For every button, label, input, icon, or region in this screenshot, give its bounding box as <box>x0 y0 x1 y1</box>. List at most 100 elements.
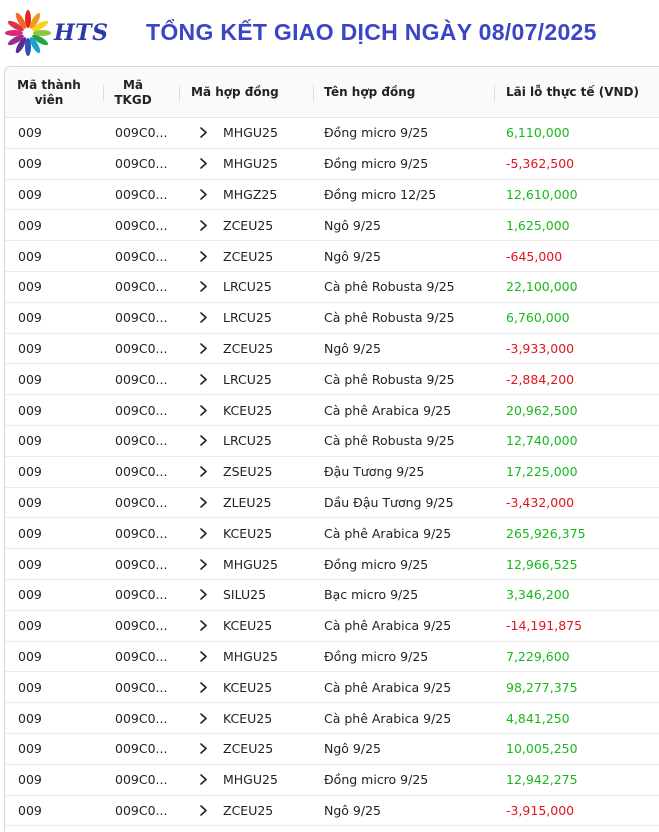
col-header-account-label: Mã TKGD <box>114 77 152 107</box>
table-header: Mã thành viên Mã TKGD Mã hợp đồng Tên hợ… <box>5 67 659 118</box>
row-expand-button[interactable] <box>197 642 209 672</box>
cell-contract-name: Đồng micro 12/25 <box>324 186 437 202</box>
row-expand-button[interactable] <box>197 364 209 394</box>
cell-member-code: 009 <box>18 340 42 356</box>
cell-member-code: 009 <box>18 217 42 233</box>
cell-contract-code: MHGU25 <box>223 556 278 572</box>
hts-logo: HTS <box>4 6 114 60</box>
chevron-right-icon <box>199 712 207 724</box>
chevron-right-icon <box>199 651 207 662</box>
cell-account-code: 009C0... <box>115 587 167 603</box>
chevron-right-icon <box>199 189 207 200</box>
cell-member-code: 009 <box>18 310 42 326</box>
row-expand-button[interactable] <box>197 703 209 733</box>
table-row: 009 009C0... SILU25 Bạc micro 9/25 3,346… <box>5 580 659 611</box>
cell-contract-name: Đậu Tương 9/25 <box>324 464 425 480</box>
page-title: TỔNG KẾT GIAO DỊCH NGÀY 08/07/2025 <box>146 19 597 45</box>
cell-contract-name: Đồng micro 9/25 <box>324 772 429 788</box>
cell-realized-pnl: -3,915,000 <box>506 802 575 818</box>
row-expand-button[interactable] <box>197 580 209 610</box>
cell-contract-name: Cà phê Arabica 9/25 <box>324 618 452 634</box>
chevron-right-icon <box>199 497 207 508</box>
cell-realized-pnl: -2,884,200 <box>506 371 575 387</box>
col-header-member: Mã thành viên <box>11 67 87 118</box>
cell-contract-code: SILU25 <box>223 587 267 603</box>
row-expand-button[interactable] <box>197 149 209 179</box>
cell-contract-code: ZCEU25 <box>223 340 274 356</box>
cell-member-code: 009 <box>18 125 42 141</box>
row-expand-button[interactable] <box>197 611 209 641</box>
row-expand-button[interactable] <box>197 210 209 240</box>
table-row: 009 009C0... LRCU25 Cà phê Robusta 9/25 … <box>5 303 659 334</box>
col-header-contract-code: Mã hợp đồng <box>191 67 311 118</box>
cell-realized-pnl: 12,740,000 <box>506 433 578 449</box>
table-row: 009 009C0... MHGU25 Đồng micro 9/25 12,9… <box>5 549 659 580</box>
cell-contract-name: Bạc micro 9/25 <box>324 587 419 603</box>
table-row: 009 009C0... KCEU25 Cà phê Arabica 9/25 … <box>5 672 659 704</box>
cell-realized-pnl: 17,225,000 <box>506 464 578 480</box>
row-expand-button[interactable] <box>197 488 209 518</box>
chevron-right-icon <box>199 219 207 231</box>
table-row: 009 009C0... ZCEU25 Ngô 9/25 -3,933,000 <box>5 334 659 365</box>
row-expand-button[interactable] <box>197 672 209 702</box>
chevron-right-icon <box>199 127 207 139</box>
cell-realized-pnl: 7,229,600 <box>506 648 570 664</box>
row-expand-button[interactable] <box>197 518 209 548</box>
row-expand-button[interactable] <box>197 426 209 456</box>
cell-account-code: 009C0... <box>115 433 167 449</box>
cell-realized-pnl: 4,841,250 <box>506 710 570 726</box>
chevron-right-icon <box>199 250 207 262</box>
cell-realized-pnl: -5,362,500 <box>506 156 575 172</box>
row-expand-button[interactable] <box>197 395 209 425</box>
cell-member-code: 009 <box>18 402 42 418</box>
table-row: 009 009C0... LRCU25 Cà phê Robusta 9/25 … <box>5 426 659 457</box>
col-header-pnl-label: Lãi lỗ thực tế (VND) <box>506 85 639 99</box>
col-header-account: Mã TKGD <box>114 67 152 118</box>
table-row: 009 009C0... ZLEU25 Dầu Đậu Tương 9/25 -… <box>5 488 659 519</box>
row-expand-button[interactable] <box>197 118 209 148</box>
cell-account-code: 009C0... <box>115 772 167 788</box>
table-body: 009 009C0... MHGU25 Đồng micro 9/25 6,11… <box>5 118 659 827</box>
cell-realized-pnl: 10,005,250 <box>506 741 578 757</box>
cell-contract-code: LRCU25 <box>223 371 272 387</box>
col-separator <box>103 85 104 101</box>
cell-contract-name: Đồng micro 9/25 <box>324 648 429 664</box>
row-expand-button[interactable] <box>197 241 209 271</box>
row-expand-button[interactable] <box>197 549 209 579</box>
cell-member-code: 009 <box>18 156 42 172</box>
cell-account-code: 009C0... <box>115 679 167 695</box>
cell-contract-code: MHGU25 <box>223 772 278 788</box>
row-expand-button[interactable] <box>197 180 209 210</box>
cell-contract-code: ZCEU25 <box>223 802 274 818</box>
cell-member-code: 009 <box>18 433 42 449</box>
table-row: 009 009C0... MHGZ25 Đồng micro 12/25 12,… <box>5 180 659 211</box>
cell-account-code: 009C0... <box>115 279 167 295</box>
cell-contract-code: ZCEU25 <box>223 741 274 757</box>
chevron-right-icon <box>199 373 207 385</box>
row-expand-button[interactable] <box>197 303 209 333</box>
cell-account-code: 009C0... <box>115 310 167 326</box>
row-expand-button[interactable] <box>197 457 209 487</box>
table-row: 009 009C0... ZSEU25 Đậu Tương 9/25 17,22… <box>5 457 659 488</box>
table-row: 009 009C0... ZCEU25 Ngô 9/25 1,625,000 <box>5 210 659 242</box>
row-expand-button[interactable] <box>197 796 209 826</box>
row-expand-button[interactable] <box>197 734 209 764</box>
cell-contract-name: Cà phê Robusta 9/25 <box>324 371 455 387</box>
col-separator <box>179 85 180 101</box>
cell-contract-code: ZCEU25 <box>223 248 274 264</box>
row-expand-button[interactable] <box>197 334 209 364</box>
trade-summary-table: Mã thành viên Mã TKGD Mã hợp đồng Tên hợ… <box>4 66 659 832</box>
row-expand-button[interactable] <box>197 765 209 795</box>
cell-contract-name: Cà phê Robusta 9/25 <box>324 310 455 326</box>
chevron-right-icon <box>199 404 207 416</box>
col-separator <box>313 85 314 101</box>
cell-realized-pnl: 12,966,525 <box>506 556 578 572</box>
table-row: 009 009C0... KCEU25 Cà phê Arabica 9/25 … <box>5 395 659 426</box>
cell-contract-name: Cà phê Arabica 9/25 <box>324 679 452 695</box>
row-expand-button[interactable] <box>197 272 209 302</box>
table-row: 009 009C0... MHGU25 Đồng micro 9/25 7,22… <box>5 642 659 673</box>
cell-realized-pnl: 6,110,000 <box>506 125 570 141</box>
cell-contract-name: Cà phê Robusta 9/25 <box>324 433 455 449</box>
cell-realized-pnl: -14,191,875 <box>506 618 583 634</box>
table-row: 009 009C0... MHGU25 Đồng micro 9/25 12,9… <box>5 765 659 796</box>
